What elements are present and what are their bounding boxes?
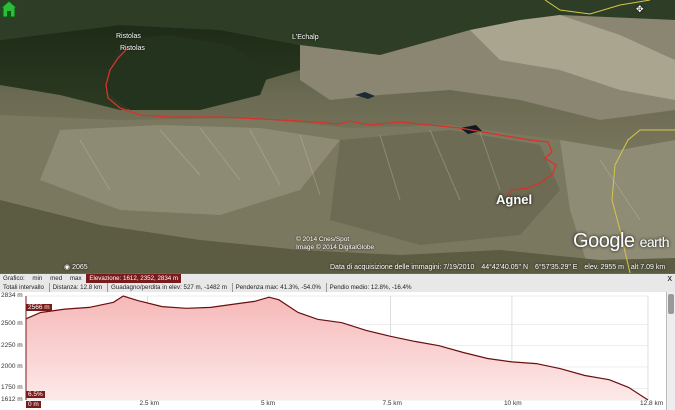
- latitude-readout: 44°42'40.05" N: [481, 264, 529, 271]
- imagery-credits: © 2014 Cnes/Spot Image © 2014 DigitalGlo…: [296, 236, 374, 252]
- credit-line-2: Image © 2014 DigitalGlobe: [296, 244, 375, 251]
- cursor-elevation-label: 2566 m: [26, 304, 52, 311]
- cursor-slope-label: 6.5%: [26, 391, 45, 398]
- globe-icon: ◉: [64, 264, 71, 271]
- y-tick-label: 1750 m: [1, 384, 23, 392]
- close-icon[interactable]: x: [668, 274, 673, 283]
- logo-earth-text: earth: [639, 234, 670, 250]
- home-icon[interactable]: [0, 0, 18, 18]
- place-label-ristolas[interactable]: Ristolas: [116, 33, 141, 40]
- year-badge-label: 2065: [72, 264, 88, 271]
- compass-icon[interactable]: ✥: [636, 4, 644, 15]
- y-tick-label: 2000 m: [1, 362, 23, 370]
- x-tick-label: 5 km: [260, 400, 276, 407]
- place-label-echalp[interactable]: L'Echalp: [292, 34, 319, 41]
- x-tick-label: 2.5 km: [139, 400, 159, 407]
- altitude-readout: alt 7.09 km: [630, 264, 666, 271]
- place-label-agnel[interactable]: Agnel: [496, 192, 532, 207]
- place-label-ristolas-secondary[interactable]: Ristolas: [120, 45, 145, 52]
- longitude-readout: 6°57'35.29" E: [535, 264, 578, 271]
- year-badge[interactable]: ◉ 2065: [64, 263, 88, 271]
- status-bar: Data di acquisizione delle immagini: 7/1…: [330, 264, 670, 271]
- x-tick-label: 7.5 km: [382, 400, 402, 407]
- google-earth-logo: Google earth: [573, 230, 669, 253]
- y-tick-label: 2500 m: [1, 320, 23, 328]
- map-view[interactable]: Ristolas Ristolas L'Echalp Agnel © 2014 …: [0, 0, 675, 273]
- y-tick-label: 2250 m: [1, 341, 23, 349]
- scrollbar-thumb[interactable]: [668, 294, 674, 314]
- logo-google-text: Google: [573, 230, 635, 252]
- imagery-date: Data di acquisizione delle immagini: 7/1…: [330, 264, 475, 271]
- x-tick-label: 12.8 km: [640, 400, 664, 407]
- y-tick-label: 1612 m: [1, 396, 23, 403]
- profile-scrollbar[interactable]: [666, 292, 675, 410]
- elevation-profile-panel[interactable]: Grafico: min med max Elevazione: 1612, 2…: [0, 273, 675, 410]
- credit-line-1: © 2014 Cnes/Spot: [296, 236, 350, 243]
- elevation-readout: elev. 2955 m: [584, 264, 624, 271]
- elevation-area: [26, 296, 648, 400]
- y-tick-label: 2834 m: [1, 292, 23, 299]
- elevation-chart[interactable]: [0, 274, 667, 410]
- x-tick-label: 10 km: [503, 400, 522, 407]
- cursor-distance-label: 0 m: [26, 401, 41, 408]
